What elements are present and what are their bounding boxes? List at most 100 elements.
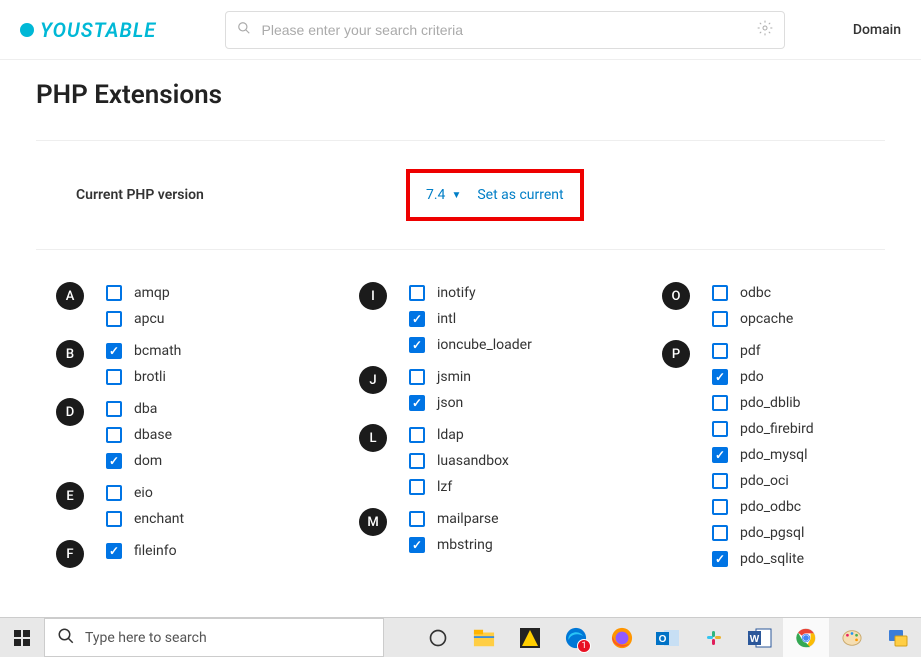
- ext-checkbox[interactable]: [712, 525, 728, 541]
- ext-checkbox[interactable]: [106, 343, 122, 359]
- ext-row: fileinfo: [106, 538, 279, 564]
- ext-label: eio: [134, 485, 153, 501]
- version-highlight-box: 7.4 ▼ Set as current: [406, 169, 584, 221]
- ext-checkbox[interactable]: [106, 311, 122, 327]
- app-icon-dark[interactable]: [507, 618, 553, 657]
- ext-row: intl: [409, 306, 582, 332]
- paint-icon[interactable]: [829, 618, 875, 657]
- ext-checkbox[interactable]: [409, 369, 425, 385]
- ext-label: lzf: [437, 479, 452, 495]
- ext-row: lzf: [409, 474, 582, 500]
- ext-column: Iinotifyintlioncube_loaderJjsminjsonLlda…: [359, 280, 582, 578]
- start-button[interactable]: [0, 618, 44, 657]
- ext-label: json: [437, 395, 463, 411]
- ext-items: pdfpdopdo_dblibpdo_firebirdpdo_mysqlpdo_…: [712, 338, 885, 572]
- firefox-icon[interactable]: [599, 618, 645, 657]
- logo[interactable]: YOUSTABLE: [20, 18, 156, 42]
- remote-desktop-icon[interactable]: [875, 618, 921, 657]
- ext-checkbox[interactable]: [106, 427, 122, 443]
- edge-icon[interactable]: 1: [553, 618, 599, 657]
- ext-checkbox[interactable]: [712, 311, 728, 327]
- ext-label: enchant: [134, 511, 184, 527]
- ext-label: pdo_oci: [740, 473, 789, 489]
- ext-row: pdo_firebird: [712, 416, 885, 442]
- ext-row: eio: [106, 480, 279, 506]
- ext-letter-badge: J: [359, 366, 387, 394]
- ext-label: luasandbox: [437, 453, 509, 469]
- ext-label: brotli: [134, 369, 166, 385]
- ext-checkbox[interactable]: [106, 285, 122, 301]
- ext-label: pdo_odbc: [740, 499, 801, 515]
- ext-row: dom: [106, 448, 279, 474]
- taskbar-search[interactable]: Type here to search: [44, 618, 384, 657]
- ext-items: fileinfo: [106, 538, 279, 568]
- ext-label: dom: [134, 453, 162, 469]
- gear-icon[interactable]: [757, 20, 773, 40]
- ext-checkbox[interactable]: [712, 395, 728, 411]
- ext-checkbox[interactable]: [712, 551, 728, 567]
- ext-checkbox[interactable]: [712, 343, 728, 359]
- ext-row: pdo_pgsql: [712, 520, 885, 546]
- ext-items: dbadbasedom: [106, 396, 279, 474]
- ext-checkbox[interactable]: [409, 285, 425, 301]
- ext-label: dbase: [134, 427, 172, 443]
- search-icon: [57, 627, 75, 649]
- ext-label: mailparse: [437, 511, 499, 527]
- ext-group: Oodbcopcache: [662, 280, 885, 332]
- ext-checkbox[interactable]: [409, 311, 425, 327]
- chrome-icon[interactable]: [783, 618, 829, 657]
- ext-label: pdo_pgsql: [740, 525, 804, 541]
- ext-checkbox[interactable]: [712, 369, 728, 385]
- ext-checkbox[interactable]: [106, 369, 122, 385]
- ext-checkbox[interactable]: [409, 427, 425, 443]
- ext-checkbox[interactable]: [106, 543, 122, 559]
- php-version-dropdown[interactable]: 7.4 ▼: [426, 187, 461, 203]
- ext-checkbox[interactable]: [106, 453, 122, 469]
- nav-domain-link[interactable]: Domain: [853, 22, 901, 38]
- ext-checkbox[interactable]: [106, 401, 122, 417]
- ext-row: json: [409, 390, 582, 416]
- ext-row: brotli: [106, 364, 279, 390]
- ext-letter-badge: F: [56, 540, 84, 568]
- ext-label: pdo_sqlite: [740, 551, 804, 567]
- chevron-down-icon: ▼: [451, 190, 461, 201]
- taskbar-search-text: Type here to search: [85, 630, 207, 646]
- outlook-icon[interactable]: O: [645, 618, 691, 657]
- ext-letter-badge: E: [56, 482, 84, 510]
- ext-row: pdo_oci: [712, 468, 885, 494]
- ext-row: pdo_dblib: [712, 390, 885, 416]
- ext-items: eio enchant: [106, 480, 279, 532]
- ext-checkbox[interactable]: [409, 537, 425, 553]
- ext-letter-badge: P: [662, 340, 690, 368]
- ext-row: pdo_mysql: [712, 442, 885, 468]
- set-as-current-link[interactable]: Set as current: [477, 187, 563, 203]
- ext-label: ioncube_loader: [437, 337, 532, 353]
- ext-checkbox[interactable]: [409, 511, 425, 527]
- ext-checkbox[interactable]: [409, 453, 425, 469]
- ext-group: Aamqpapcu: [56, 280, 279, 332]
- ext-checkbox[interactable]: [712, 473, 728, 489]
- php-version-value: 7.4: [426, 187, 445, 203]
- ext-checkbox[interactable]: [712, 499, 728, 515]
- ext-label: opcache: [740, 311, 793, 327]
- ext-checkbox[interactable]: [712, 285, 728, 301]
- ext-row: opcache: [712, 306, 885, 332]
- ext-checkbox[interactable]: [106, 485, 122, 501]
- search-input[interactable]: [225, 11, 785, 49]
- ext-checkbox[interactable]: [712, 447, 728, 463]
- ext-label: pdo_firebird: [740, 421, 814, 437]
- ext-letter-badge: B: [56, 340, 84, 368]
- file-explorer-icon[interactable]: [461, 618, 507, 657]
- slack-icon[interactable]: [691, 618, 737, 657]
- ext-checkbox[interactable]: [409, 337, 425, 353]
- word-icon[interactable]: W: [737, 618, 783, 657]
- ext-items: jsminjson: [409, 364, 582, 416]
- ext-checkbox[interactable]: [409, 395, 425, 411]
- ext-checkbox[interactable]: [712, 421, 728, 437]
- cortana-icon[interactable]: [415, 618, 461, 657]
- ext-items: ldapluasandboxlzf: [409, 422, 582, 500]
- ext-row: dbase: [106, 422, 279, 448]
- ext-checkbox[interactable]: [106, 511, 122, 527]
- ext-checkbox[interactable]: [409, 479, 425, 495]
- ext-row: amqp: [106, 280, 279, 306]
